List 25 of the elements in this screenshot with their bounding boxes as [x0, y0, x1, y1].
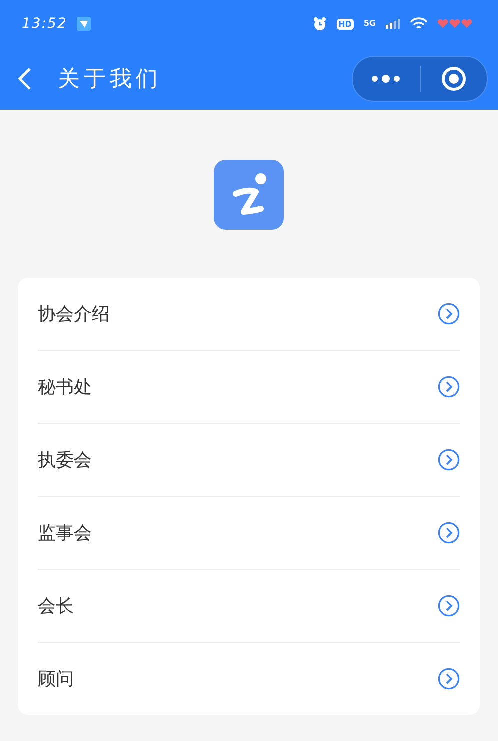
page-title: 关于我们: [58, 66, 163, 94]
chevron-circle-icon[interactable]: [438, 595, 460, 617]
alarm-icon: [312, 17, 327, 31]
menu-item[interactable]: 监事会: [38, 521, 92, 545]
chevron-circle-icon[interactable]: [438, 522, 460, 544]
wifi-icon: [410, 17, 428, 31]
menu-item[interactable]: 顾问: [38, 667, 74, 691]
battery-hearts-icon: [438, 19, 472, 29]
menu-item[interactable]: 执委会: [38, 448, 92, 472]
close-target-icon[interactable]: [440, 66, 467, 92]
chevron-circle-icon[interactable]: [438, 449, 460, 471]
chevron-circle-icon[interactable]: [438, 303, 460, 325]
back-icon[interactable]: [18, 67, 32, 91]
info-logo-icon: [214, 160, 284, 230]
app-notification-icon: [77, 17, 92, 31]
network-label: 5G: [364, 20, 376, 28]
chevron-circle-icon[interactable]: [438, 668, 460, 690]
hd-badge: HD: [336, 18, 354, 30]
signal-icon: [386, 19, 400, 29]
more-icon[interactable]: [371, 74, 402, 84]
menu-item[interactable]: 秘书处: [38, 375, 92, 399]
menu-item[interactable]: 会长: [38, 594, 74, 618]
chevron-circle-icon[interactable]: [438, 376, 460, 398]
status-time: 13:52: [22, 16, 68, 32]
menu-item[interactable]: 协会介绍: [38, 302, 110, 326]
